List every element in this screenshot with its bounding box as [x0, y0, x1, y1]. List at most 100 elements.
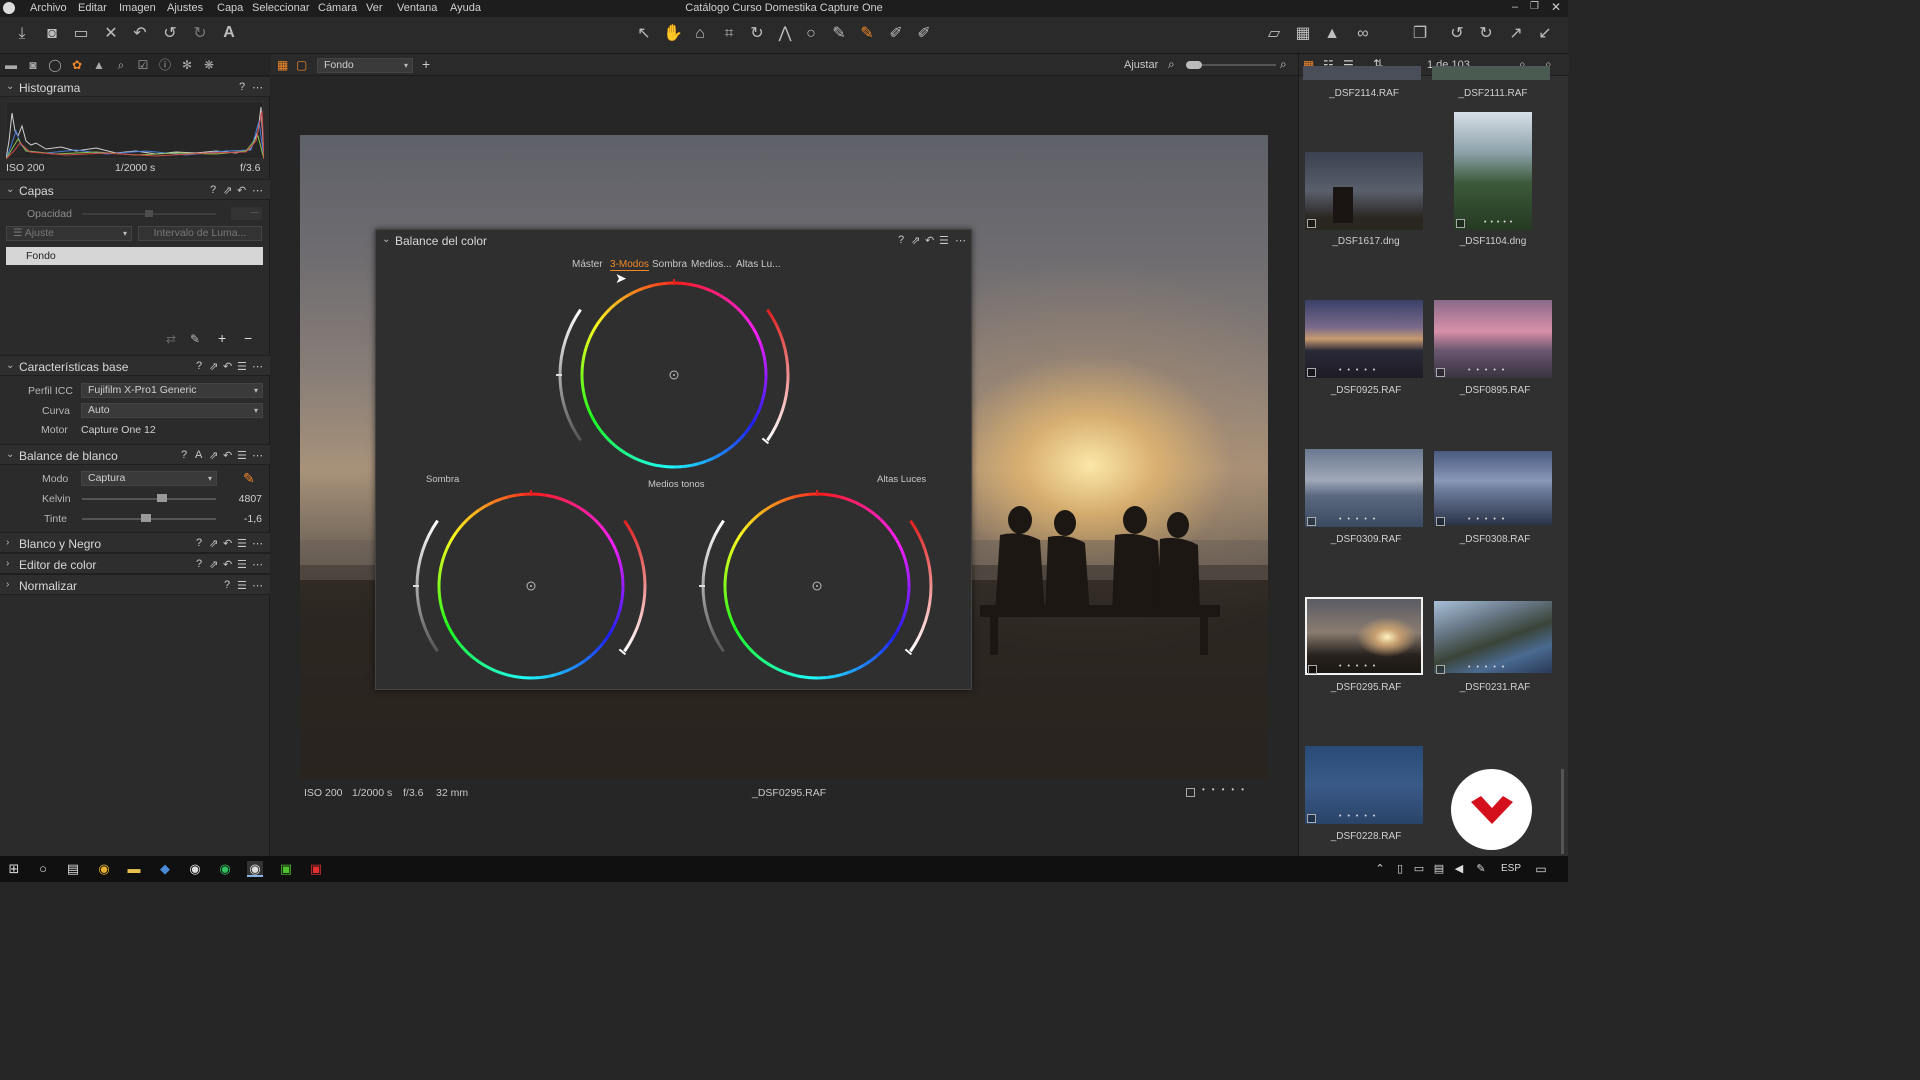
- pin-icon[interactable]: ⇗: [209, 558, 218, 571]
- thumbnail[interactable]: ••••• _DSF0231.RAF: [1434, 597, 1556, 742]
- capture-one-active-icon[interactable]: ◉: [247, 861, 263, 877]
- single-view-icon[interactable]: ▢: [296, 58, 307, 72]
- more-icon[interactable]: ⋯: [252, 184, 263, 197]
- pin-icon[interactable]: ⇗: [209, 449, 218, 462]
- layer-row-background[interactable]: Fondo: [6, 247, 263, 265]
- reset-icon[interactable]: ↶: [223, 360, 232, 373]
- copy-adjust-icon[interactable]: ↗: [1506, 26, 1526, 42]
- more-icon[interactable]: ⋯: [252, 537, 263, 550]
- more-icon[interactable]: ⋯: [252, 449, 263, 462]
- chrome-icon[interactable]: ◉: [96, 861, 112, 877]
- task-view-icon[interactable]: ▤: [65, 861, 81, 877]
- thumbnail-checkbox[interactable]: [1436, 517, 1445, 526]
- opacity-knob[interactable]: [145, 210, 153, 217]
- rotate-icon[interactable]: ↻: [747, 26, 767, 42]
- picker-icon[interactable]: ✎: [829, 26, 849, 42]
- gradient-icon[interactable]: ✐: [886, 26, 906, 42]
- grid-icon[interactable]: ▦: [1293, 26, 1313, 42]
- thumbnail-checkbox[interactable]: [1436, 368, 1445, 377]
- battery-icon[interactable]: ▯: [1392, 861, 1408, 877]
- thumbnail-stars[interactable]: •••••: [1468, 664, 1510, 671]
- thumbnail-stars[interactable]: •••••: [1339, 516, 1381, 523]
- help-icon[interactable]: ?: [181, 449, 187, 461]
- add-icon[interactable]: +: [422, 56, 430, 72]
- menu-ver[interactable]: Ver: [366, 2, 383, 14]
- restore-icon[interactable]: ❐: [1530, 1, 1539, 12]
- thumbnail-stars[interactable]: •••••: [1339, 663, 1381, 670]
- browser-scrollbar[interactable]: [1561, 769, 1564, 854]
- pin-icon[interactable]: ⇗: [209, 360, 218, 373]
- cortana-icon[interactable]: ○: [35, 861, 51, 877]
- zoom-out-icon[interactable]: ⌕: [1168, 57, 1175, 72]
- thumbnail-checkbox[interactable]: [1307, 517, 1316, 526]
- eraser-icon[interactable]: ✐: [914, 26, 934, 42]
- rotate-right-icon[interactable]: ↻: [1476, 26, 1496, 42]
- tint-knob[interactable]: [141, 514, 152, 522]
- language-indicator[interactable]: ESP: [1501, 863, 1521, 874]
- thumbnail-stars[interactable]: •••••: [1468, 367, 1510, 374]
- pen-icon[interactable]: ✎: [1473, 861, 1489, 877]
- help-icon[interactable]: ?: [196, 537, 202, 549]
- add-layer-icon[interactable]: +: [218, 330, 226, 346]
- pin-icon[interactable]: ⇗: [209, 537, 218, 550]
- thumbnail[interactable]: ••••• _DSF0925.RAF: [1305, 300, 1427, 445]
- menu-ayuda[interactable]: Ayuda: [450, 2, 481, 14]
- tray-chevron-icon[interactable]: ⌃: [1372, 861, 1388, 877]
- presets-icon[interactable]: ☰: [237, 558, 247, 571]
- status-checkbox[interactable]: [1186, 788, 1195, 797]
- brush-icon-active[interactable]: ✎: [857, 26, 877, 42]
- menu-ventana[interactable]: Ventana: [397, 2, 437, 14]
- reset-icon[interactable]: ↶: [223, 449, 232, 462]
- zoom-knob[interactable]: [1186, 61, 1202, 69]
- swap-layers-icon[interactable]: ⇄: [166, 332, 176, 346]
- help-icon[interactable]: ?: [196, 360, 202, 372]
- status-rating-stars[interactable]: •••••: [1202, 785, 1251, 794]
- color-tab-icon[interactable]: ✿: [69, 57, 85, 73]
- help-icon[interactable]: ?: [210, 184, 216, 196]
- kelvin-knob[interactable]: [157, 494, 168, 502]
- file-explorer-icon[interactable]: ▬: [126, 861, 142, 877]
- thumbnail[interactable]: ••••• _DSF0308.RAF: [1434, 449, 1556, 594]
- apply-adjust-icon[interactable]: ↙: [1535, 26, 1555, 42]
- fit-label[interactable]: Ajustar: [1124, 59, 1158, 71]
- network-icon[interactable]: ▤: [1431, 861, 1447, 877]
- details-tab-icon[interactable]: ⌕: [113, 57, 129, 73]
- pin-icon[interactable]: ⇗: [223, 184, 232, 197]
- thumbnail-stars[interactable]: •••••: [1468, 516, 1510, 523]
- thumbnail-stars[interactable]: •••••: [1484, 219, 1516, 226]
- power-icon[interactable]: ▭: [1411, 861, 1427, 877]
- layer-select-dropdown[interactable]: Fondo ▾: [317, 58, 413, 73]
- camera-icon[interactable]: ◙: [42, 26, 62, 42]
- more-icon[interactable]: ⋯: [252, 579, 263, 592]
- windows-icon[interactable]: ❐: [1410, 26, 1430, 42]
- help-icon[interactable]: ?: [196, 558, 202, 570]
- thumbnail-checkbox[interactable]: [1307, 368, 1316, 377]
- thumbnail[interactable]: ••••• _DSF0309.RAF: [1305, 449, 1427, 594]
- opacity-value-field[interactable]: —: [231, 207, 262, 220]
- app-icon-red[interactable]: ▣: [308, 861, 324, 877]
- menu-camara[interactable]: Cámara: [318, 2, 357, 14]
- icc-profile-dropdown[interactable]: Fujifilm X-Pro1 Generic ▾: [81, 383, 263, 398]
- windows-start-icon[interactable]: ⊞: [6, 861, 22, 877]
- wb-mode-dropdown[interactable]: Captura ▾: [81, 471, 217, 486]
- thumbnail[interactable]: ••••• _DSF1104.dng: [1432, 112, 1554, 257]
- loupe-icon[interactable]: ⌂: [690, 26, 710, 42]
- warning-icon[interactable]: ▲: [1322, 26, 1342, 42]
- rotate-left-icon[interactable]: ↺: [1447, 26, 1467, 42]
- reset-icon[interactable]: ↶: [223, 558, 232, 571]
- notifications-icon[interactable]: ▭: [1533, 861, 1549, 877]
- tint-value[interactable]: -1,6: [222, 513, 262, 525]
- luma-range-button[interactable]: Intervalo de Luma...: [138, 226, 262, 241]
- thumbnail-checkbox[interactable]: [1436, 665, 1445, 674]
- redo-icon[interactable]: ↻: [190, 26, 210, 42]
- kelvin-slider[interactable]: [82, 498, 216, 500]
- menu-seleccionar[interactable]: Seleccionar: [252, 2, 309, 14]
- volume-icon[interactable]: ◀: [1451, 861, 1467, 877]
- multi-view-icon[interactable]: ▦: [277, 58, 288, 72]
- zoom-in-icon[interactable]: ⌕: [1280, 57, 1287, 72]
- kelvin-value[interactable]: 4807: [222, 493, 262, 505]
- curve-dropdown[interactable]: Auto ▾: [81, 403, 263, 418]
- exposure-tab-icon[interactable]: ▲: [91, 57, 107, 73]
- menu-archivo[interactable]: Archivo: [30, 2, 67, 14]
- presets-icon[interactable]: ☰: [237, 360, 247, 373]
